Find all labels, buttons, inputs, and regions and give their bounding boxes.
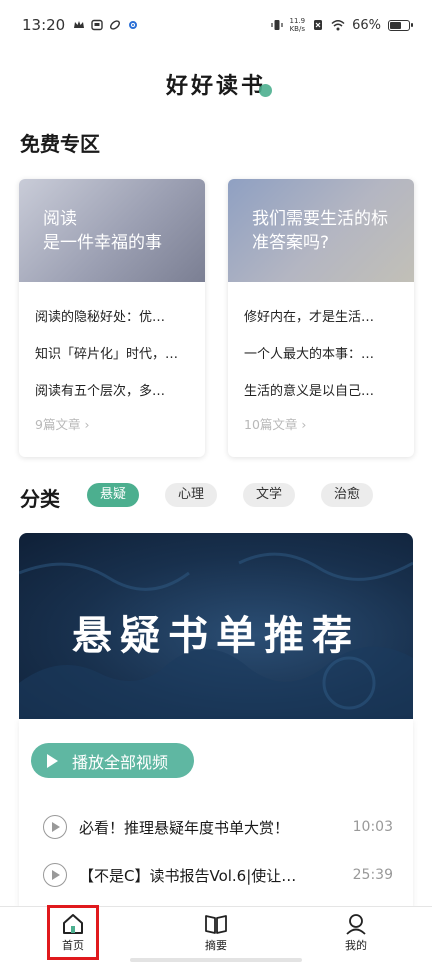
- status-time: 13:20: [22, 16, 66, 34]
- play-circle-icon[interactable]: [43, 815, 67, 839]
- card-article-list: 阅读的隐秘好处：优… 知识「碎片化」时代，… 阅读有五个层次，多… 9篇文章 ›: [19, 282, 205, 435]
- gear-icon: [129, 21, 138, 29]
- status-bar: 13:20 11.9 KB/s 66%: [0, 0, 432, 50]
- network-speed-unit: KB/s: [289, 25, 305, 33]
- vibrate-icon: [270, 20, 283, 30]
- app-title: 好好读书: [165, 74, 266, 99]
- playlist-banner[interactable]: 悬疑书单推荐: [19, 533, 413, 719]
- tab-psychology[interactable]: 心理: [165, 483, 217, 507]
- card-article-item[interactable]: 阅读有五个层次，多…: [35, 378, 189, 415]
- nav-summary-label: 摘要: [205, 939, 227, 952]
- nav-profile-label: 我的: [345, 939, 367, 952]
- video-list-item[interactable]: 【不是C】读书报告Vol.6|使让… 25:39: [43, 862, 393, 888]
- card-article-item[interactable]: 阅读的隐秘好处：优…: [35, 304, 189, 341]
- battery-percent: 66%: [352, 17, 381, 33]
- play-circle-icon[interactable]: [43, 863, 67, 887]
- card-cover: 阅读 是一件幸福的事: [19, 179, 205, 282]
- wifi-icon: [331, 20, 345, 31]
- card-article-item[interactable]: 修好内在，才是生活…: [244, 304, 398, 341]
- card-article-item[interactable]: 生活的意义是以自己…: [244, 378, 398, 415]
- video-title: 【不是C】读书报告Vol.6|使让…: [79, 866, 297, 885]
- video-duration: 25:39: [352, 867, 393, 883]
- category-tabs: 悬疑 心理 文学 治愈: [87, 483, 373, 507]
- app-box-icon: [91, 19, 103, 31]
- card-article-count-link[interactable]: 9篇文章 ›: [35, 415, 189, 435]
- card-article-count-link[interactable]: 10篇文章 ›: [244, 415, 398, 435]
- banner-title: 悬疑书单推荐: [72, 612, 360, 659]
- card-article-item[interactable]: 一个人最大的本事：…: [244, 341, 398, 378]
- card-article-item[interactable]: 知识「碎片化」时代，…: [35, 341, 189, 378]
- tab-literature[interactable]: 文学: [243, 483, 295, 507]
- card-cover-line1: 阅读: [43, 209, 77, 229]
- sim-off-icon: [314, 20, 323, 30]
- play-icon: [47, 753, 58, 768]
- play-all-button[interactable]: 播放全部视频: [31, 743, 194, 778]
- chevron-right-icon: ›: [84, 417, 90, 432]
- categories-title: 分类: [20, 487, 60, 511]
- card-cover-line2: 是一件幸福的事: [43, 233, 162, 253]
- title-accent-dot: [259, 84, 272, 97]
- book-icon: [205, 915, 227, 934]
- gesture-home-bar[interactable]: [130, 958, 302, 962]
- link-icon: [110, 20, 121, 30]
- tab-healing[interactable]: 治愈: [321, 483, 373, 507]
- status-notification-icons: [73, 19, 139, 31]
- nav-profile[interactable]: 我的: [321, 907, 391, 964]
- play-all-label: 播放全部视频: [72, 752, 169, 772]
- battery-icon: [388, 19, 413, 31]
- status-system-icons: 11.9 KB/s 66%: [270, 17, 413, 33]
- person-icon: [346, 914, 366, 935]
- free-card-life[interactable]: 我们需要生活的标 准答案吗? 修好内在，才是生活… 一个人最大的本事：… 生活的…: [228, 179, 414, 457]
- tab-suspense[interactable]: 悬疑: [87, 483, 139, 507]
- video-title: 必看！推理悬疑年度书单大赏！: [79, 818, 290, 837]
- card-article-list: 修好内在，才是生活… 一个人最大的本事：… 生活的意义是以自己… 10篇文章 ›: [228, 282, 414, 435]
- free-zone-title: 免费专区: [20, 132, 100, 156]
- network-speed: 11.9 KB/s: [290, 17, 306, 33]
- chevron-right-icon: ›: [301, 417, 307, 432]
- card-cover-line1: 我们需要生活的标: [252, 209, 388, 229]
- card-article-count: 10篇文章: [244, 417, 298, 432]
- battery-level-fill: [390, 21, 402, 29]
- video-list-item[interactable]: 必看！推理悬疑年度书单大赏！ 10:03: [43, 814, 393, 840]
- card-article-count: 9篇文章: [35, 417, 81, 432]
- video-duration: 10:03: [352, 819, 393, 835]
- card-cover-line2: 准答案吗?: [252, 233, 330, 253]
- crown-icon: [74, 21, 85, 28]
- selected-nav-highlight-box: [47, 905, 99, 960]
- network-speed-value: 11.9: [289, 17, 306, 25]
- free-card-reading[interactable]: 阅读 是一件幸福的事 阅读的隐秘好处：优… 知识「碎片化」时代，… 阅读有五个层…: [19, 179, 205, 457]
- nav-summary[interactable]: 摘要: [181, 907, 251, 964]
- card-cover: 我们需要生活的标 准答案吗?: [228, 179, 414, 282]
